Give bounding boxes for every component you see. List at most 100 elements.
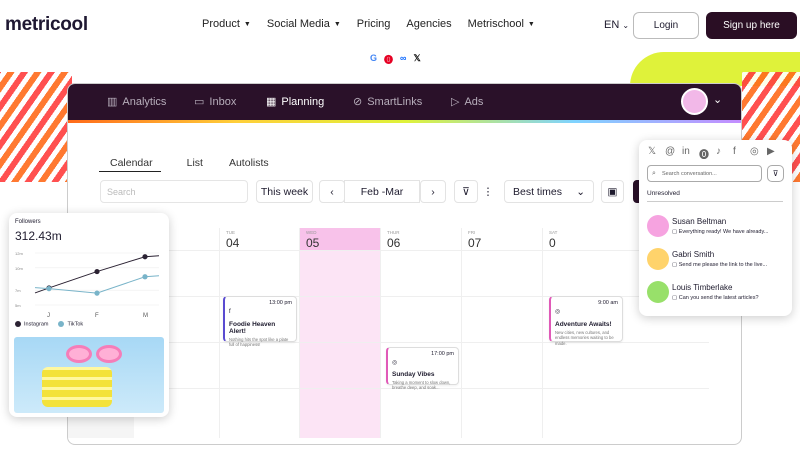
chevron-down-icon: ▼ (527, 20, 535, 28)
analytics-icon: ▥ (107, 96, 118, 108)
conversation-item[interactable]: Gabri Smith ▢ Send me please the link to… (647, 248, 787, 278)
avatar (647, 281, 669, 303)
x-tick-label: M (143, 313, 148, 319)
nav-social-media[interactable]: Social Media ▼ (267, 18, 341, 30)
tab-calendar[interactable]: Calendar (110, 157, 153, 169)
search-input[interactable]: Search (100, 180, 248, 203)
filter-button[interactable]: ⊽ (767, 165, 784, 182)
nav-metrischool[interactable]: Metrischool ▼ (468, 18, 535, 30)
facebook-icon[interactable]: f (733, 146, 736, 157)
ads-icon: ▷ (451, 96, 460, 108)
search-icon: ⌕ (652, 170, 656, 177)
chevron-down-icon: ▼ (243, 20, 251, 28)
tab-list[interactable]: List (187, 157, 203, 169)
main-nav: Product ▼ Social Media ▼ Pricing Agencies … (202, 18, 535, 30)
message-icon: ▢ (672, 295, 679, 301)
linkedin-icon[interactable]: in (682, 146, 690, 157)
menu-analytics[interactable]: ▥ Analytics (107, 95, 166, 109)
app-topbar: ▥ Analytics ▭ Inbox ▦ Planning ⊘ SmartLinks … (68, 84, 741, 120)
x-icon: 𝕏 (413, 53, 421, 63)
menu-smartlinks[interactable]: ⊘ SmartLinks (353, 95, 422, 109)
instagram-icon: ◎ (555, 309, 561, 315)
logo[interactable]: metricool (5, 14, 88, 36)
x-icon[interactable]: 𝕏 (648, 146, 656, 157)
unresolved-tab[interactable]: Unresolved (647, 190, 680, 197)
post-card[interactable]: ◎ 9:00 am Adventure Awaits! New cities, n… (549, 296, 623, 346)
chevron-down-icon: ⌄ (622, 21, 630, 30)
y-tick-label: 10m (15, 266, 23, 271)
active-tab-indicator (99, 171, 161, 172)
followers-line-chart: 12m 10m 7m 5m J F M (15, 251, 160, 319)
facebook-icon: f (229, 309, 231, 315)
view-tabs: Calendar List Autolists (98, 157, 269, 169)
series-line-instagram (34, 255, 160, 294)
pinterest-icon: ⓿ (384, 55, 394, 65)
more-options-button[interactable]: ⋮ (479, 180, 497, 203)
nav-product[interactable]: Product ▼ (202, 18, 251, 30)
link-icon: ⊘ (353, 96, 363, 108)
decorative-stripes (0, 72, 72, 182)
youtube-icon[interactable]: ▶ (767, 146, 775, 157)
data-point-instagram (94, 268, 100, 275)
chevron-down-icon[interactable]: ⌄ (713, 93, 722, 106)
instagram-icon: ◎ (392, 360, 398, 366)
search-conversation-input[interactable]: ⌕ Search conversation... (647, 165, 762, 182)
message-icon: ▢ (672, 229, 679, 235)
user-avatar[interactable] (681, 88, 708, 115)
nav-agencies[interactable]: Agencies (406, 18, 451, 30)
signup-button[interactable]: Sign up here (706, 12, 797, 39)
meta-icon: ∞ (400, 53, 407, 63)
avatar (647, 215, 669, 237)
best-times-select[interactable]: Best times ⌄ (504, 180, 594, 203)
message-icon: ▢ (672, 262, 679, 268)
legend-tiktok: TikTok (58, 321, 83, 327)
chevron-right-icon: › (431, 185, 435, 198)
decorative-gradient-bar (68, 120, 741, 123)
menu-ads[interactable]: ▷ Ads (451, 95, 483, 109)
image-button[interactable]: ▣ (601, 180, 624, 203)
legend-instagram: Instagram (15, 321, 48, 327)
language-selector[interactable]: EN ⌄ (604, 19, 629, 31)
data-point-instagram (142, 254, 148, 260)
avatar (647, 248, 669, 270)
post-card[interactable]: f 13:00 pm Foodie Heaven Alert! Nothing h… (223, 296, 297, 347)
x-tick-label: J (47, 313, 50, 319)
date-range: Feb -Mar (344, 180, 420, 203)
calendar-grid: MON03 TUE04 WED05 THUR06 FRI07 SAT0 f13:… (68, 228, 709, 438)
y-tick-label: 7m (15, 288, 21, 293)
threads-icon[interactable]: @ (665, 146, 675, 157)
filter-button[interactable]: ⊽ (454, 180, 478, 203)
conversation-item[interactable]: Susan Beltman ▢ Everything ready! We hav… (647, 215, 787, 245)
data-point-tiktok (46, 286, 52, 292)
filter-icon: ⊽ (772, 169, 779, 178)
y-tick-label: 12m (15, 251, 23, 256)
x-tick-label: F (95, 313, 99, 319)
data-point-tiktok (142, 274, 148, 280)
tiktok-icon[interactable]: ♪ (716, 146, 721, 157)
image-icon: ▣ (607, 185, 618, 198)
day-column: FRI 07 (461, 228, 542, 438)
y-tick-label: 5m (15, 303, 21, 308)
chevron-left-icon: ‹ (330, 185, 334, 198)
this-week-button[interactable]: This week (256, 180, 313, 203)
chart-legend: Instagram TikTok (15, 321, 83, 327)
tab-autolists[interactable]: Autolists (229, 157, 269, 169)
login-button[interactable]: Login (633, 12, 699, 39)
inbox-panel: 𝕏 @ in ⓿ ♪ f ◎ ▶ ⌕ Search conversation...… (639, 140, 792, 316)
pinterest-icon[interactable]: ⓿ (699, 146, 709, 161)
social-icons-row: G ⓿ ∞ 𝕏 (370, 53, 421, 66)
instagram-icon[interactable]: ◎ (750, 146, 759, 157)
inbox-icon: ▭ (194, 96, 205, 108)
day-column: THUR 06 (380, 228, 461, 438)
post-image (14, 337, 164, 413)
chevron-down-icon: ▼ (333, 20, 341, 28)
conversation-item[interactable]: Louis Timberlake ▢ Can you send the late… (647, 281, 787, 311)
prev-button[interactable]: ‹ (319, 180, 345, 203)
menu-inbox[interactable]: ▭ Inbox (194, 95, 236, 109)
nav-pricing[interactable]: Pricing (357, 18, 391, 30)
post-card[interactable]: ◎ 17:00 pm Sunday Vibes Taking a moment t… (386, 347, 459, 390)
next-button[interactable]: › (420, 180, 446, 203)
day-column-today: WED 05 (299, 228, 381, 438)
data-point-tiktok (94, 290, 100, 296)
menu-planning[interactable]: ▦ Planning (266, 95, 324, 109)
